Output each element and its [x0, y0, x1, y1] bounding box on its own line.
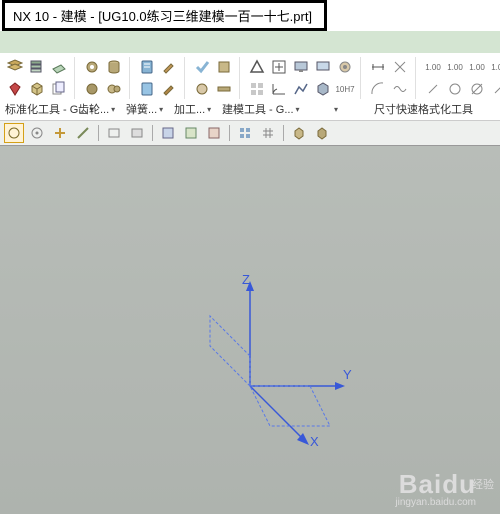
view2-tool[interactable] — [181, 123, 201, 143]
dim1[interactable]: 1.00 — [423, 57, 443, 77]
gear3-icon[interactable] — [104, 79, 124, 99]
group-spring — [134, 57, 185, 99]
group-machine — [189, 57, 240, 99]
plus-box-icon[interactable] — [269, 57, 289, 77]
separator — [229, 125, 230, 141]
empty-circle-icon[interactable] — [445, 79, 465, 99]
dim4[interactable]: 1.00 — [489, 57, 500, 77]
viewport[interactable]: Z Y X Baidu 经验 jingyan.baidu.com — [0, 146, 500, 514]
profile-icon[interactable] — [291, 79, 311, 99]
csys-triad[interactable]: Z Y X — [170, 266, 370, 469]
label-model[interactable]: 建模工具 - G...▾ — [219, 100, 325, 118]
y-label: Y — [343, 367, 352, 382]
gear-icon[interactable] — [82, 57, 102, 77]
cylinder-icon[interactable] — [104, 57, 124, 77]
watermark-brand: Baidu — [399, 469, 476, 500]
grid-tool[interactable] — [235, 123, 255, 143]
quick-bar — [0, 121, 500, 146]
group-model-tools: 10H7 — [244, 57, 361, 99]
rect2-tool[interactable] — [127, 123, 147, 143]
tool3-icon[interactable] — [192, 79, 212, 99]
angle-icon[interactable] — [269, 79, 289, 99]
group-misc — [365, 57, 416, 99]
view3-tool[interactable] — [204, 123, 224, 143]
diameter-icon[interactable] — [467, 79, 487, 99]
grid-icon[interactable] — [247, 79, 267, 99]
cube2-tool[interactable] — [312, 123, 332, 143]
separator — [98, 125, 99, 141]
label-gear[interactable]: 齿轮...▾ — [75, 100, 119, 118]
doc2-icon[interactable] — [137, 79, 157, 99]
dim2[interactable]: 1.00 — [445, 57, 465, 77]
brush-icon[interactable] — [159, 57, 179, 77]
ribbon: 10H7 1.00 1.00 1.00 1.00 1.00 — [0, 53, 500, 99]
rect-tool[interactable] — [104, 123, 124, 143]
plane-icon[interactable] — [49, 57, 69, 77]
monitor-icon[interactable] — [291, 57, 311, 77]
gear2-icon[interactable] — [82, 79, 102, 99]
slash2-icon[interactable] — [489, 79, 500, 99]
ruby-icon[interactable] — [5, 79, 25, 99]
label-misc[interactable]: ▾ — [329, 100, 367, 118]
label-dimformat[interactable]: 尺寸快速格式化工具 — [371, 100, 498, 118]
group-gear — [79, 57, 130, 99]
x-label: X — [310, 434, 319, 449]
slash-icon[interactable] — [423, 79, 443, 99]
label-spring[interactable]: 弹簧...▾ — [123, 100, 167, 118]
arc-icon[interactable] — [368, 79, 388, 99]
app-title: NX 10 - 建模 - [UG10.0练习三维建模一百一十七.prt] — [13, 9, 312, 24]
line-tool[interactable] — [73, 123, 93, 143]
layer-icon[interactable] — [5, 57, 25, 77]
separator — [283, 125, 284, 141]
monitor2-icon[interactable] — [313, 57, 333, 77]
brush2-icon[interactable] — [159, 79, 179, 99]
watermark-url: jingyan.baidu.com — [395, 497, 476, 508]
title-bar: NX 10 - 建模 - [UG10.0练习三维建模一百一十七.prt] — [2, 0, 327, 31]
stack-icon[interactable] — [27, 57, 47, 77]
dim-icon[interactable] — [368, 57, 388, 77]
dim3[interactable]: 1.00 — [467, 57, 487, 77]
z-label: Z — [242, 272, 250, 287]
knob-icon[interactable] — [335, 57, 355, 77]
tool2-icon[interactable] — [214, 57, 234, 77]
plus-tool[interactable] — [50, 123, 70, 143]
box-icon[interactable] — [27, 79, 47, 99]
separator — [152, 125, 153, 141]
cube-tool[interactable] — [289, 123, 309, 143]
target-tool[interactable] — [27, 123, 47, 143]
group-dim-format: 1.00 1.00 1.00 1.00 1.00 — [420, 57, 500, 99]
speed-icon[interactable]: 10H7 — [335, 79, 355, 99]
cube3-icon[interactable] — [313, 79, 333, 99]
sheets-icon[interactable] — [49, 79, 69, 99]
circle-tool[interactable] — [4, 123, 24, 143]
check-icon[interactable] — [192, 57, 212, 77]
label-std[interactable]: 标准化工具 - G...▾ — [2, 100, 71, 118]
grid2-tool[interactable] — [258, 123, 278, 143]
watermark-sub: 经验 — [472, 476, 494, 492]
label-machine[interactable]: 加工...▾ — [171, 100, 215, 118]
wave-icon[interactable] — [390, 79, 410, 99]
ribbon-labels: 标准化工具 - G...▾ 齿轮...▾ 弹簧...▾ 加工...▾ 建模工具 … — [0, 99, 500, 121]
doc-icon[interactable] — [137, 57, 157, 77]
menu-band — [0, 31, 500, 53]
group-std-tools — [2, 57, 75, 99]
cross-icon[interactable] — [390, 57, 410, 77]
triangle-icon[interactable] — [247, 57, 267, 77]
tool4-icon[interactable] — [214, 79, 234, 99]
view1-tool[interactable] — [158, 123, 178, 143]
